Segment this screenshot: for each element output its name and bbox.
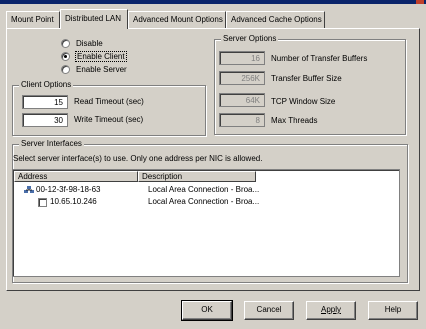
help-button[interactable]: Help	[368, 301, 418, 320]
client-options-group: Client Options	[12, 80, 206, 136]
tab-distributed-lan[interactable]: Distributed LAN	[60, 9, 128, 29]
max-threads-input[interactable]: 8	[219, 113, 265, 127]
tcp-window-label: TCP Window Size	[271, 97, 336, 106]
radio-button-checked[interactable]	[61, 52, 70, 61]
column-address[interactable]: Address	[14, 171, 138, 182]
cancel-button[interactable]: Cancel	[244, 301, 294, 320]
radio-disable[interactable]: Disable	[61, 38, 103, 49]
write-timeout-label: Write Timeout (sec)	[74, 115, 144, 124]
client-options-title: Client Options	[19, 80, 74, 90]
tcp-window-input[interactable]: 64K	[219, 93, 265, 107]
radio-label-enable-client: Enable Client	[75, 51, 127, 62]
nic-address: 00-12-3f-98-18-63	[36, 185, 101, 194]
buffer-size-input[interactable]: 256K	[219, 71, 265, 85]
radio-label-enable-server: Enable Server	[76, 65, 127, 74]
transfer-buffers-label: Number of Transfer Buffers	[271, 54, 368, 63]
nic-description: Local Area Connection - Broa...	[148, 185, 260, 194]
server-interfaces-title: Server Interfaces	[19, 139, 84, 149]
read-timeout-label: Read Timeout (sec)	[74, 97, 144, 106]
network-adapter-icon	[24, 186, 34, 193]
write-timeout-input[interactable]: 30	[22, 113, 68, 127]
radio-button[interactable]	[61, 65, 70, 74]
tab-mount-point[interactable]: Mount Point	[6, 11, 60, 28]
tab-advanced-cache-options[interactable]: Advanced Cache Options	[226, 11, 325, 28]
tab-advanced-mount-options[interactable]: Advanced Mount Options	[128, 11, 226, 28]
server-interfaces-instructions: Select server interface(s) to use. Only …	[13, 154, 263, 163]
apply-button[interactable]: Apply	[306, 301, 356, 320]
ok-button[interactable]: OK	[181, 300, 233, 321]
close-icon[interactable]	[416, 0, 424, 4]
list-item-address[interactable]: 10.65.10.246 Local Area Connection - Bro…	[14, 197, 394, 207]
transfer-buffers-input[interactable]: 16	[219, 51, 265, 65]
dialog-window: Mount Point Distributed LAN Advanced Mou…	[0, 0, 426, 329]
ip-description: Local Area Connection - Broa...	[148, 197, 260, 206]
radio-button[interactable]	[61, 39, 70, 48]
radio-enable-client[interactable]: Enable Client	[61, 51, 127, 62]
column-description[interactable]: Description	[138, 171, 256, 182]
max-threads-label: Max Threads	[271, 116, 318, 125]
list-header: Address Description	[14, 171, 398, 182]
address-checkbox[interactable]	[38, 198, 47, 207]
server-interfaces-list[interactable]: Address Description 00-12-3f-98-18-63 Lo…	[12, 169, 400, 277]
title-bar	[0, 0, 426, 4]
apply-label: Apply	[320, 305, 341, 314]
ip-address: 10.65.10.246	[50, 197, 97, 206]
buffer-size-label: Transfer Buffer Size	[271, 74, 342, 83]
read-timeout-input[interactable]: 15	[22, 95, 68, 109]
radio-enable-server[interactable]: Enable Server	[61, 64, 127, 75]
server-options-title: Server Options	[221, 34, 279, 44]
list-item-nic[interactable]: 00-12-3f-98-18-63 Local Area Connection …	[14, 185, 394, 195]
radio-label-disable: Disable	[76, 39, 103, 48]
